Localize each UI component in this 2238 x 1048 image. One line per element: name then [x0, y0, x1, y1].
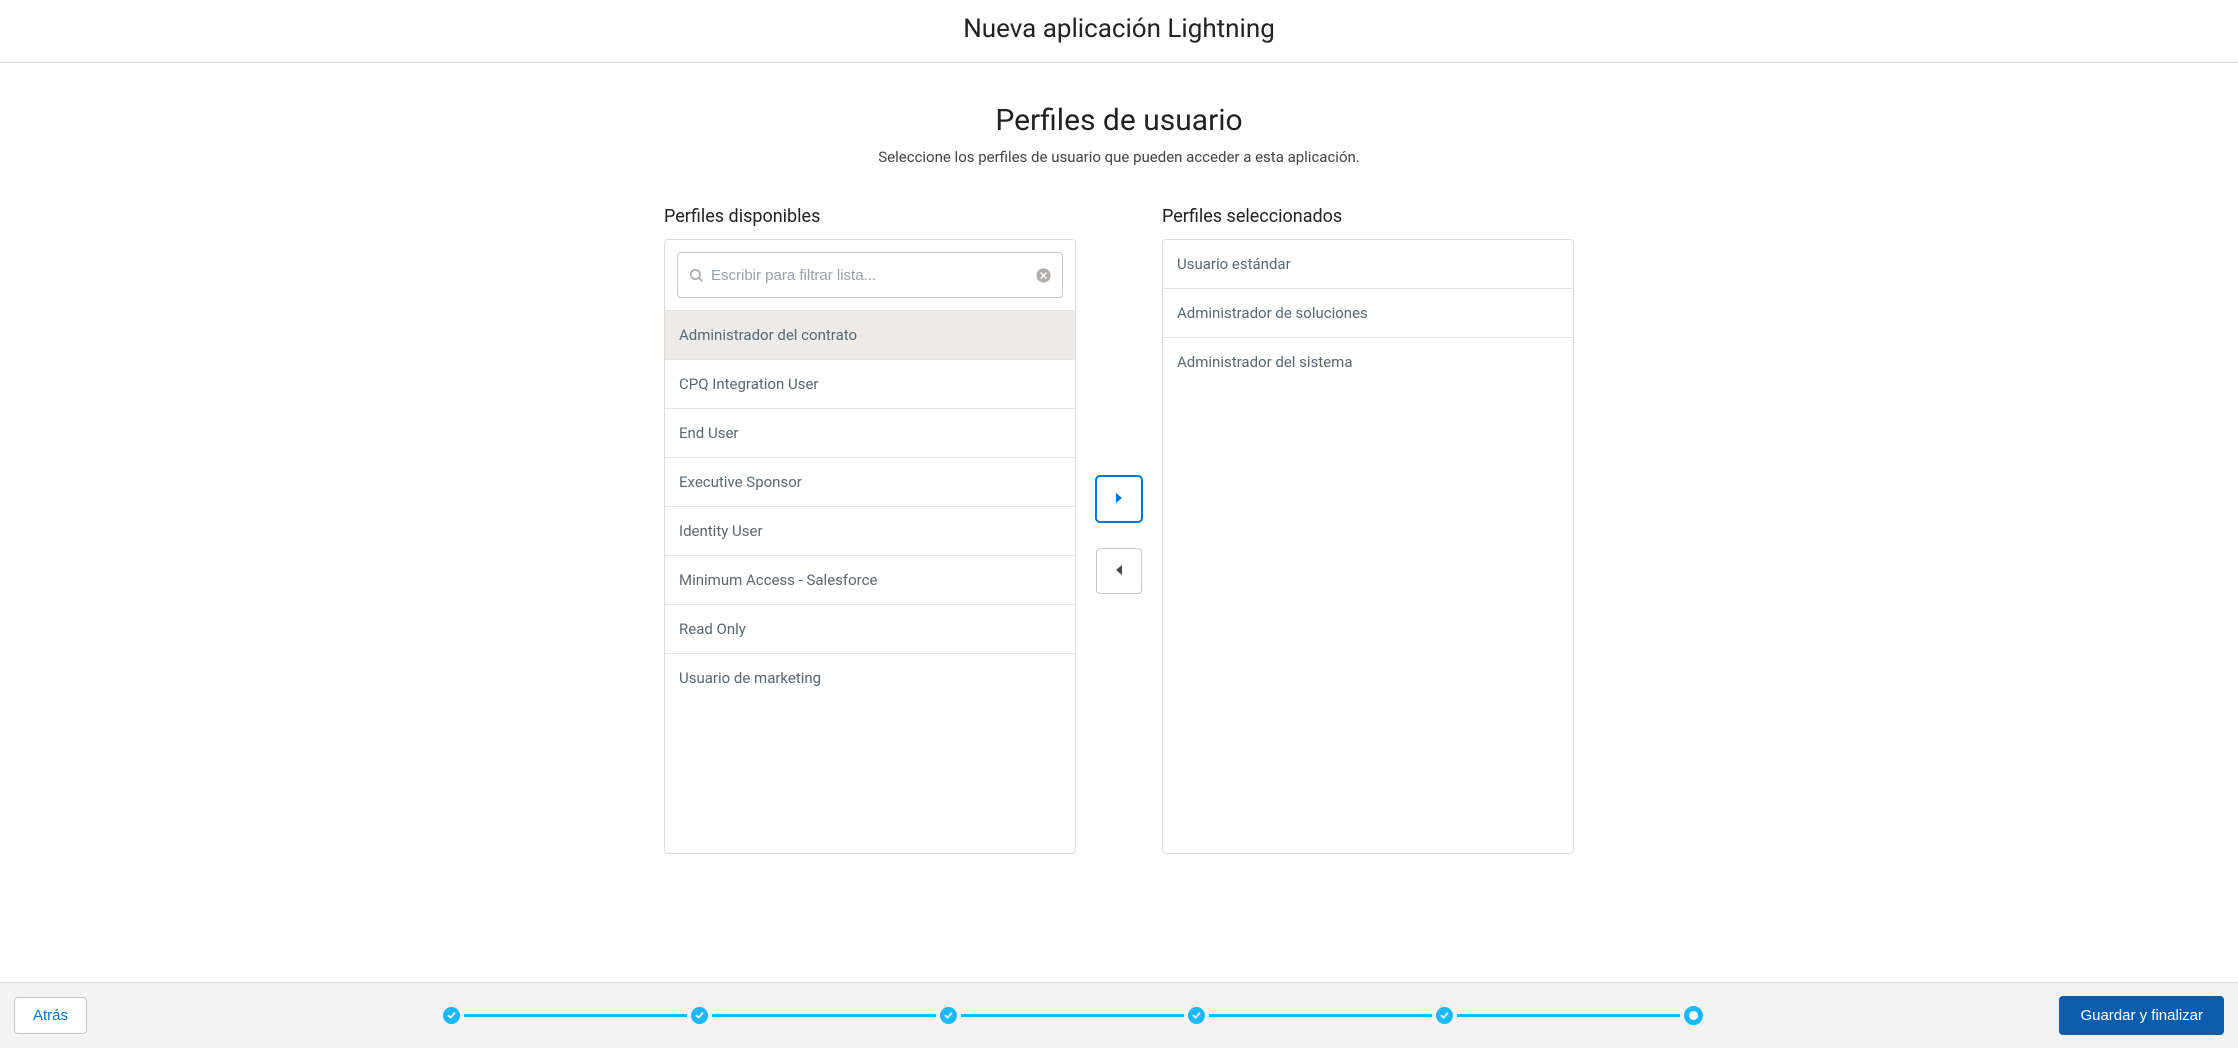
list-item[interactable]: Administrador de soluciones	[1163, 288, 1573, 337]
modal-header: Nueva aplicación Lightning	[0, 0, 2238, 63]
available-panel: Perfiles disponibles Adm	[664, 206, 1076, 854]
progress-line	[464, 1014, 687, 1017]
search-wrap	[665, 240, 1075, 310]
progress-step[interactable]	[1188, 1007, 1205, 1024]
available-listbox: Administrador del contratoCPQ Integratio…	[664, 239, 1076, 854]
progress-track	[443, 1006, 1703, 1025]
selected-label: Perfiles seleccionados	[1162, 206, 1574, 227]
chevron-left-icon	[1114, 564, 1124, 579]
new-lightning-app-modal: Nueva aplicación Lightning Perfiles de u…	[0, 0, 2238, 1048]
section-subtitle: Seleccione los perfiles de usuario que p…	[20, 148, 2218, 166]
list-item[interactable]: Administrador del contrato	[665, 310, 1075, 359]
list-item[interactable]: CPQ Integration User	[665, 359, 1075, 408]
progress-step[interactable]	[940, 1007, 957, 1024]
list-item[interactable]: Read Only	[665, 604, 1075, 653]
back-button[interactable]: Atrás	[14, 997, 87, 1034]
selected-list[interactable]: Usuario estándarAdministrador de solucio…	[1163, 240, 1573, 853]
available-list[interactable]: Administrador del contratoCPQ Integratio…	[665, 310, 1075, 853]
move-right-button[interactable]	[1096, 476, 1142, 522]
progress-step[interactable]	[443, 1007, 460, 1024]
progress-step[interactable]	[1436, 1007, 1453, 1024]
list-item[interactable]: Identity User	[665, 506, 1075, 555]
progress-step[interactable]	[691, 1007, 708, 1024]
progress-indicator	[87, 1006, 2059, 1025]
search-field[interactable]	[677, 252, 1063, 298]
dual-listbox: Perfiles disponibles Adm	[20, 206, 2218, 854]
list-item[interactable]: Minimum Access - Salesforce	[665, 555, 1075, 604]
progress-line	[1209, 1014, 1432, 1017]
progress-step[interactable]	[1684, 1006, 1703, 1025]
search-icon	[688, 267, 705, 284]
available-label: Perfiles disponibles	[664, 206, 1076, 227]
selected-panel: Perfiles seleccionados Usuario estándarA…	[1162, 206, 1574, 854]
modal-title: Nueva aplicación Lightning	[0, 14, 2238, 44]
list-item[interactable]: Executive Sponsor	[665, 457, 1075, 506]
section-title: Perfiles de usuario	[20, 103, 2218, 138]
list-item[interactable]: End User	[665, 408, 1075, 457]
selected-listbox: Usuario estándarAdministrador de solucio…	[1162, 239, 1574, 854]
modal-footer: Atrás Guardar y finalizar	[0, 982, 2238, 1048]
search-input[interactable]	[705, 267, 1035, 284]
progress-line	[712, 1014, 935, 1017]
move-left-button[interactable]	[1096, 548, 1142, 594]
list-item[interactable]: Usuario de marketing	[665, 653, 1075, 702]
chevron-right-icon	[1114, 492, 1124, 507]
list-item[interactable]: Usuario estándar	[1163, 240, 1573, 288]
progress-line	[961, 1014, 1184, 1017]
save-and-finish-button[interactable]: Guardar y finalizar	[2059, 996, 2224, 1035]
transfer-buttons	[1096, 476, 1142, 594]
list-item[interactable]: Administrador del sistema	[1163, 337, 1573, 386]
clear-icon[interactable]	[1035, 267, 1052, 284]
progress-line	[1457, 1014, 1680, 1017]
modal-body: Perfiles de usuario Seleccione los perfi…	[0, 63, 2238, 982]
